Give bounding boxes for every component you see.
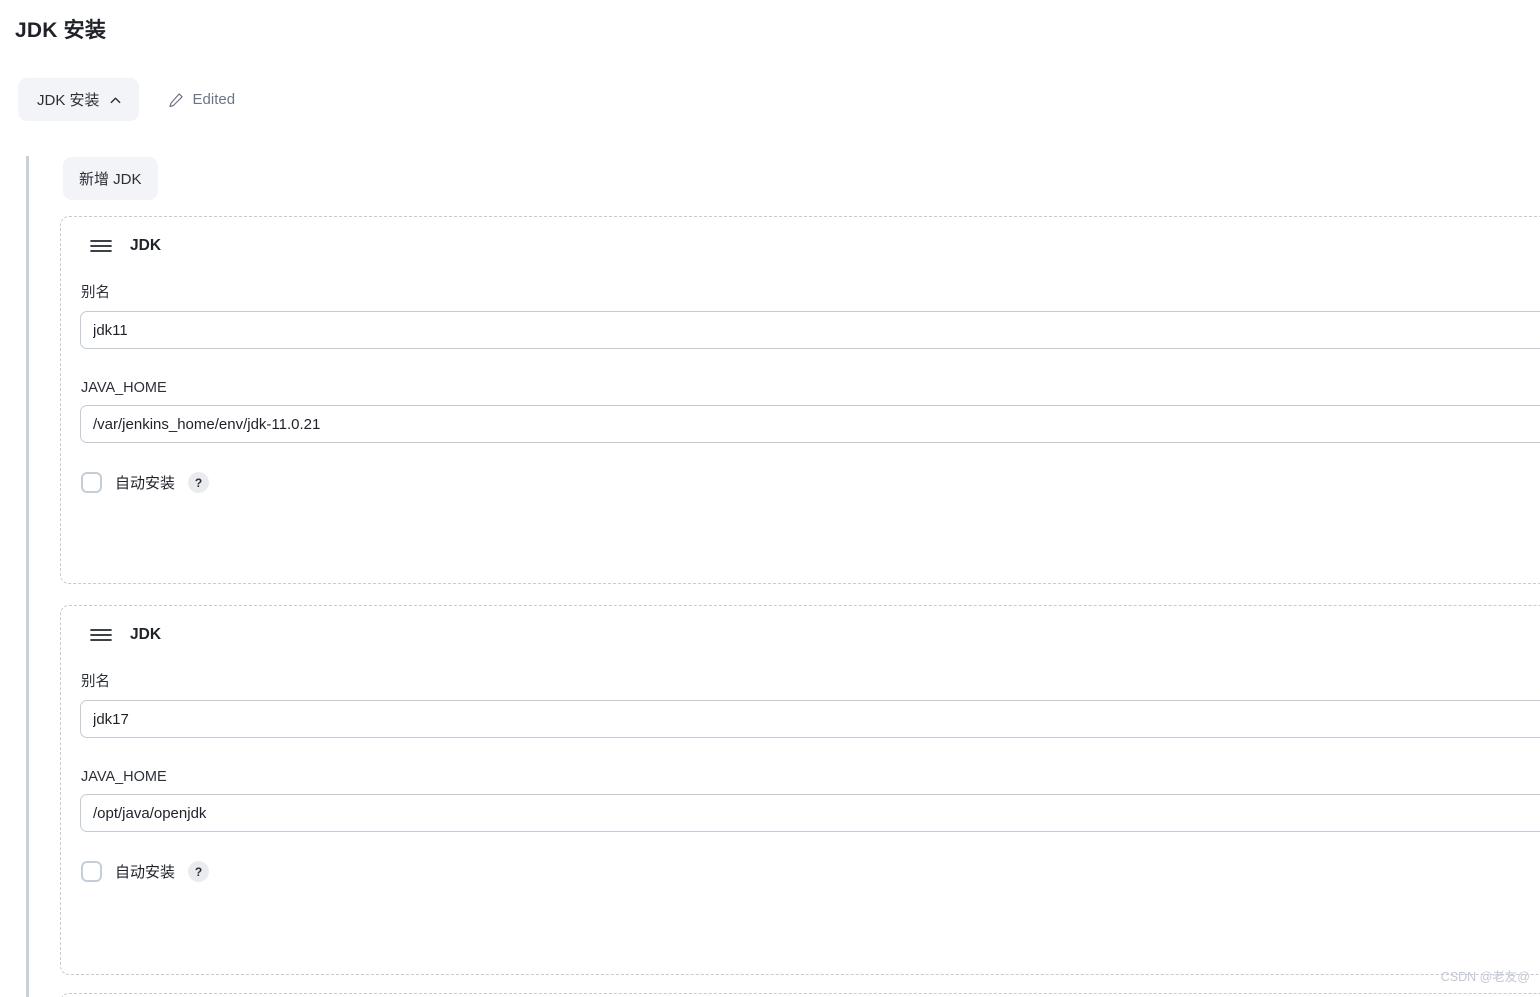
drag-handle-icon[interactable] — [90, 627, 112, 643]
auto-install-label: 自动安装 — [115, 864, 176, 881]
alias-label: 别名 — [81, 285, 110, 301]
edited-label: Edited — [192, 91, 236, 108]
page-title: JDK 安装 — [15, 19, 107, 42]
jdk-entry-block: JDK 别名 JAVA_HOME 自动安装 ? — [60, 216, 1540, 584]
drag-handle-icon[interactable] — [90, 238, 112, 254]
jdk-installation-page: JDK 安装 JDK 安装 Edited 新增 JDK JDK 别名 jdk11… — [0, 0, 1540, 997]
auto-install-checkbox[interactable] — [81, 472, 102, 493]
java-home-label: JAVA_HOME — [81, 769, 167, 785]
jdk-block-header: JDK — [61, 217, 1540, 255]
jdk-block-header: JDK — [61, 606, 1540, 644]
java-home-field-group: JAVA_HOME — [61, 380, 1540, 443]
auto-install-row: 自动安装 ? — [81, 472, 1540, 493]
help-icon[interactable]: ? — [188, 861, 210, 882]
java-home-field-group: JAVA_HOME — [61, 769, 1540, 832]
section-header-bar: JDK 安装 Edited — [18, 78, 235, 121]
java-home-input[interactable] — [80, 794, 1540, 832]
help-icon[interactable]: ? — [188, 472, 210, 493]
java-home-label: JAVA_HOME — [81, 380, 167, 396]
edited-status: Edited — [168, 91, 236, 108]
chevron-up-icon — [109, 94, 122, 107]
java-home-input[interactable] — [80, 405, 1540, 443]
section-left-rail — [26, 156, 29, 997]
alias-field-group: 别名 — [61, 670, 1540, 738]
jdk-block-title: JDK — [130, 237, 162, 254]
alias-input[interactable] — [80, 311, 1540, 349]
pencil-icon — [168, 92, 184, 108]
section-toggle-jdk-installation[interactable]: JDK 安装 — [18, 78, 139, 121]
auto-install-label: 自动安装 — [115, 475, 176, 492]
jdk-entry-block-partial — [60, 993, 1540, 997]
alias-label: 别名 — [81, 674, 110, 690]
alias-input[interactable] — [80, 700, 1540, 738]
auto-install-row: 自动安装 ? — [81, 861, 1540, 882]
section-toggle-label: JDK 安装 — [37, 92, 100, 109]
auto-install-checkbox[interactable] — [81, 861, 102, 882]
jdk-block-title: JDK — [130, 626, 162, 643]
watermark: CSDN @老友@ — [1440, 970, 1530, 984]
add-jdk-button[interactable]: 新增 JDK — [63, 157, 158, 200]
alias-field-group: 别名 — [61, 281, 1540, 349]
jdk-entry-block: JDK 别名 JAVA_HOME 自动安装 ? — [60, 605, 1540, 975]
